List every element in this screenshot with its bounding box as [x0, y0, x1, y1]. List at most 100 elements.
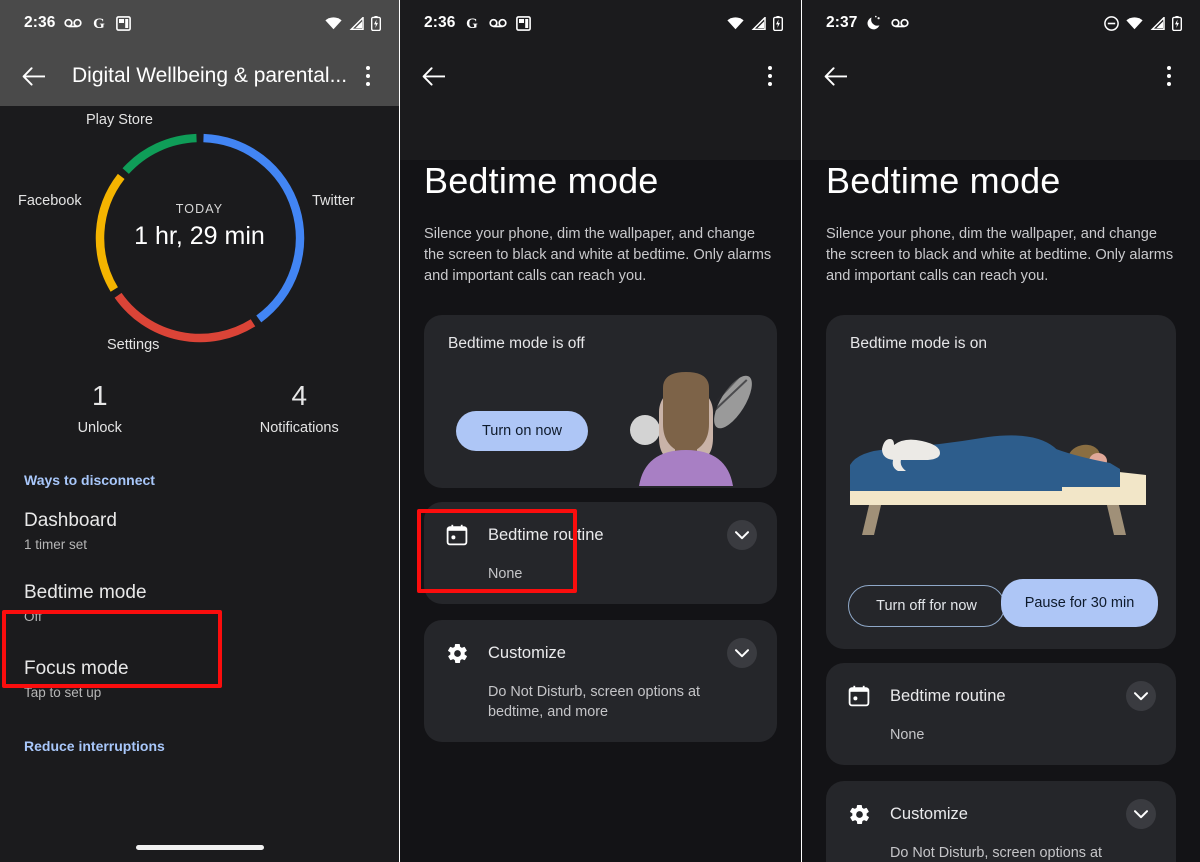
- signal-icon: [751, 16, 766, 30]
- google-icon: G: [464, 15, 480, 31]
- stat-unlock-label: Unlock: [77, 420, 122, 436]
- status-bar-right: [727, 15, 783, 31]
- customize-title: Customize: [488, 643, 566, 662]
- panel-digital-wellbeing: 2:36 G Digital Wellbeing & parental... P…: [0, 0, 399, 862]
- status-bar-left: 2:36 G: [24, 14, 132, 32]
- chevron-down-icon[interactable]: [727, 520, 757, 550]
- section-reduce-interruptions: Reduce interruptions: [24, 738, 165, 754]
- chart-label-play-store: Play Store: [86, 112, 153, 128]
- list-item-bedtime-routine[interactable]: Bedtime routine None: [424, 502, 777, 604]
- calendar-icon: [846, 683, 872, 709]
- battery-icon: [1172, 15, 1182, 31]
- list-item-customize[interactable]: Customize Do Not Disturb, screen options…: [826, 781, 1176, 862]
- screenshot-icon: [116, 15, 132, 31]
- stat-unlock-value: 1: [91, 380, 108, 411]
- bedtime-routine-title: Bedtime routine: [890, 686, 1006, 705]
- list-item-bedtime-routine[interactable]: Bedtime routine None: [826, 663, 1176, 765]
- chart-label-settings: Settings: [107, 337, 160, 353]
- bedtime-mode-subtitle: Off: [24, 609, 42, 624]
- chevron-down-icon[interactable]: [1126, 799, 1156, 829]
- battery-icon: [773, 15, 783, 31]
- home-indicator[interactable]: [0, 832, 399, 862]
- more-options-icon[interactable]: [353, 59, 383, 93]
- screenshot-stage: 2:36 G Digital Wellbeing & parental... P…: [0, 0, 1200, 862]
- turn-off-for-now-button[interactable]: Turn off for now: [848, 585, 1005, 627]
- customize-subtitle: Do Not Disturb, screen options at bedtim…: [488, 684, 700, 720]
- section-ways-to-disconnect: Ways to disconnect: [24, 472, 155, 488]
- status-bar-right: [325, 15, 381, 31]
- list-item-customize[interactable]: Customize Do Not Disturb, screen options…: [424, 620, 777, 742]
- app-bar: [400, 46, 801, 106]
- focus-mode-title: Focus mode: [24, 658, 129, 679]
- bedtime-routine-header: Bedtime routine: [444, 520, 757, 550]
- status-time: 2:37: [826, 14, 858, 31]
- back-button[interactable]: [818, 59, 852, 93]
- status-bar-left: 2:36 G: [424, 14, 532, 32]
- list-item-focus-mode[interactable]: Focus mode Tap to set up: [0, 658, 399, 700]
- bedtime-status-card: Bedtime mode is on Turn off for now Paus…: [826, 315, 1176, 649]
- page-title: Bedtime mode: [424, 160, 659, 201]
- customize-header: Customize: [444, 638, 757, 668]
- bedtime-routine-title: Bedtime routine: [488, 525, 604, 544]
- svg-text:G: G: [467, 16, 479, 31]
- status-bar: 2:37: [802, 0, 1200, 46]
- do-not-disturb-icon: [1104, 15, 1119, 31]
- donut-center-text: TODAY 1 hr, 29 min: [0, 202, 399, 251]
- battery-icon: [371, 15, 381, 31]
- bedtime-body: Bedtime mode Silence your phone, dim the…: [400, 160, 801, 862]
- back-button[interactable]: [16, 59, 50, 93]
- chevron-down-icon[interactable]: [727, 638, 757, 668]
- calendar-icon: [444, 522, 470, 548]
- dashboard-subtitle: 1 timer set: [24, 537, 88, 552]
- customize-header: Customize: [846, 799, 1156, 829]
- voicemail-icon: [64, 17, 83, 29]
- bedtime-body: Bedtime mode Silence your phone, dim the…: [802, 160, 1200, 862]
- stat-notifications[interactable]: 4 Notifications: [200, 380, 400, 436]
- page-description: Silence your phone, dim the wallpaper, a…: [424, 226, 772, 284]
- more-options-icon[interactable]: [755, 59, 785, 93]
- list-item-dashboard[interactable]: Dashboard 1 timer set: [0, 510, 399, 552]
- back-button[interactable]: [416, 59, 450, 93]
- bedtime-status-heading: Bedtime mode is off: [448, 335, 585, 352]
- customize-title: Customize: [890, 804, 968, 823]
- signal-icon: [349, 16, 364, 30]
- more-options-icon[interactable]: [1154, 59, 1184, 93]
- bedtime-routine-subtitle: None: [488, 566, 523, 582]
- stat-notifications-label: Notifications: [259, 420, 339, 436]
- list-item-bedtime-mode[interactable]: Bedtime mode Off: [0, 582, 399, 624]
- stat-notifications-value: 4: [291, 380, 308, 411]
- panel-bedtime-mode-on: 2:37 Bedtime mode Silence your phone, di…: [802, 0, 1200, 862]
- turn-on-now-button[interactable]: Turn on now: [456, 411, 588, 451]
- pause-for-30-min-button[interactable]: Pause for 30 min: [1001, 579, 1158, 627]
- status-bar-right: [1104, 15, 1182, 31]
- chevron-down-icon[interactable]: [1126, 681, 1156, 711]
- panel-bedtime-mode-off: 2:36 G Bedtime mode Silence your phone, …: [400, 0, 801, 862]
- donut-total-time: 1 hr, 29 min: [134, 222, 265, 250]
- app-bar: Digital Wellbeing & parental...: [0, 46, 399, 106]
- google-icon: G: [91, 15, 107, 31]
- voicemail-icon: [891, 17, 910, 29]
- status-bar: 2:36 G: [400, 0, 801, 46]
- bedtime-status-heading: Bedtime mode is on: [850, 335, 987, 352]
- person-with-mask-illustration: [630, 372, 752, 486]
- status-bar: 2:36 G: [0, 0, 399, 46]
- bedtime-mode-title: Bedtime mode: [24, 582, 147, 603]
- wifi-icon: [727, 16, 744, 30]
- wellbeing-body: Play Store Twitter Settings Facebook TOD…: [0, 106, 399, 862]
- bedtime-routine-header: Bedtime routine: [846, 681, 1156, 711]
- bedtime-routine-subtitle: None: [890, 727, 925, 743]
- usage-donut-chart: Play Store Twitter Settings Facebook TOD…: [0, 106, 399, 366]
- focus-mode-subtitle: Tap to set up: [24, 685, 102, 700]
- status-bar-left: 2:37: [826, 14, 910, 32]
- gear-icon: [444, 640, 470, 666]
- wifi-icon: [1126, 16, 1143, 30]
- screenshot-icon: [516, 15, 532, 31]
- bedtime-status-card: Bedtime mode is off Turn on now: [424, 315, 777, 488]
- stat-unlock[interactable]: 1 Unlock: [0, 380, 200, 436]
- voicemail-icon: [489, 17, 508, 29]
- person-sleeping-in-bed-with-cat-illustration: [850, 435, 1146, 535]
- bedtime-moon-icon: [866, 15, 882, 31]
- signal-icon: [1150, 16, 1165, 30]
- customize-subtitle: Do Not Disturb, screen options at: [890, 845, 1102, 861]
- status-time: 2:36: [24, 14, 56, 31]
